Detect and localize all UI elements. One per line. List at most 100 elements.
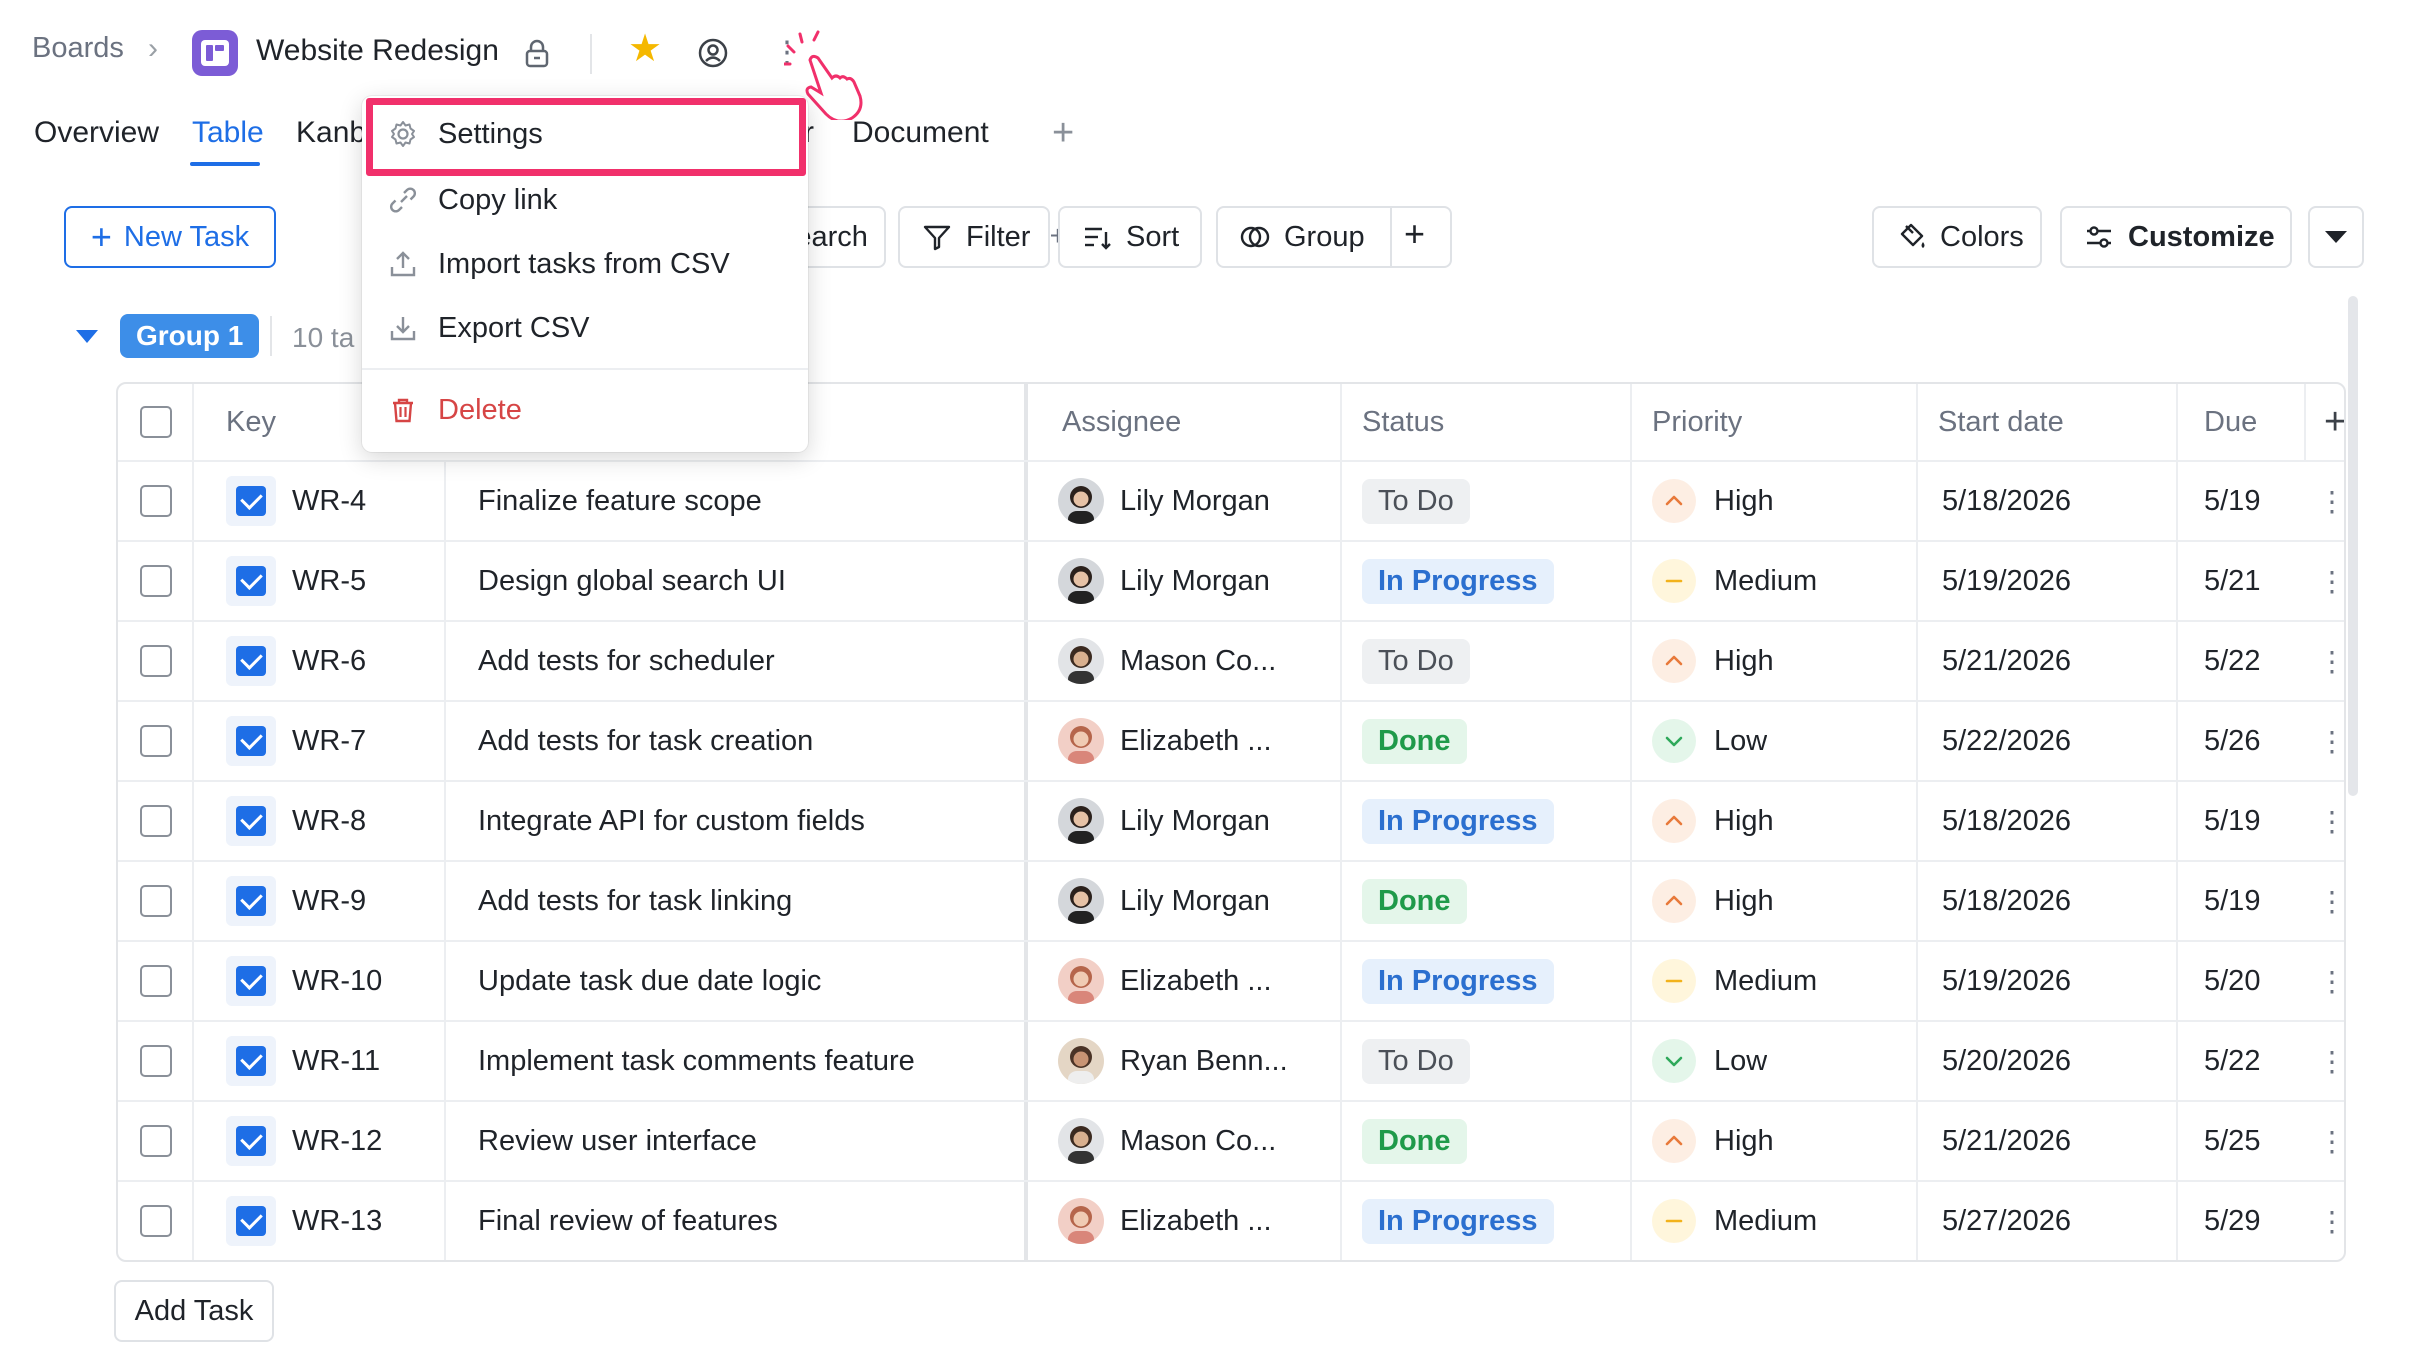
table-row[interactable]: WR-5 Design global search UI Lily Morgan In… [118,542,2344,622]
start-date[interactable]: 5/22/2026 [1942,702,2071,780]
task-done-checkbox[interactable] [226,636,276,686]
column-header-assignee[interactable]: Assignee [1062,384,1181,460]
lock-icon[interactable] [522,38,552,70]
vertical-scrollbar[interactable] [2348,296,2358,796]
task-title[interactable]: Add tests for scheduler [478,622,775,700]
add-view-icon[interactable]: + [1052,112,1074,155]
start-date[interactable]: 5/27/2026 [1942,1182,2071,1260]
more-vertical-icon[interactable]: ⋮ [2318,1102,2344,1180]
priority-cell[interactable]: Medium [1652,942,1817,1020]
assignee-cell[interactable]: Lily Morgan [1058,782,1270,860]
due-date[interactable]: 5/19 [2204,782,2304,860]
start-date[interactable]: 5/18/2026 [1942,462,2071,540]
assignee-cell[interactable]: Ryan Benn... [1058,1022,1288,1100]
status-cell[interactable]: To Do [1362,462,1470,540]
column-header-key[interactable]: Key [226,384,276,460]
due-date[interactable]: 5/21 [2204,542,2304,620]
start-date[interactable]: 5/18/2026 [1942,862,2071,940]
row-select-checkbox[interactable] [140,462,172,540]
assignee-cell[interactable]: Lily Morgan [1058,462,1270,540]
task-done-checkbox[interactable] [226,1116,276,1166]
task-title[interactable]: Implement task comments feature [478,1022,915,1100]
select-all-checkbox[interactable] [140,384,172,460]
task-key-cell[interactable]: WR-13 [226,1182,382,1260]
status-cell[interactable]: To Do [1362,1022,1470,1100]
add-column-icon[interactable]: + [2324,384,2344,460]
due-date[interactable]: 5/19 [2204,462,2304,540]
task-key-cell[interactable]: WR-4 [226,462,366,540]
task-done-checkbox[interactable] [226,716,276,766]
start-date[interactable]: 5/20/2026 [1942,1022,2071,1100]
toolbar-dropdown-button[interactable] [2308,206,2364,268]
colors-button[interactable]: Colors [1872,206,2042,268]
add-task-button[interactable]: Add Task [114,1280,274,1342]
watch-icon[interactable] [696,36,730,70]
new-task-button[interactable]: + New Task [64,206,276,268]
due-date[interactable]: 5/22 [2204,1022,2304,1100]
task-done-checkbox[interactable] [226,556,276,606]
due-date[interactable]: 5/26 [2204,702,2304,780]
more-vertical-icon[interactable]: ⋮ [2318,1022,2344,1100]
status-cell[interactable]: Done [1362,702,1467,780]
priority-cell[interactable]: Low [1652,1022,1767,1100]
due-date[interactable]: 5/20 [2204,942,2304,1020]
task-done-checkbox[interactable] [226,1036,276,1086]
add-group-icon[interactable]: + [1404,216,1425,252]
task-key-cell[interactable]: WR-7 [226,702,366,780]
more-vertical-icon[interactable]: ⋮ [2318,702,2344,780]
menu-item-delete[interactable]: Delete [362,380,808,440]
status-cell[interactable]: Done [1362,862,1467,940]
column-header-due[interactable]: Due [2204,384,2257,460]
column-header-start-date[interactable]: Start date [1938,384,2064,460]
start-date[interactable]: 5/18/2026 [1942,782,2071,860]
table-row[interactable]: WR-13 Final review of features Elizabeth .… [118,1182,2344,1260]
task-title[interactable]: Design global search UI [478,542,786,620]
priority-cell[interactable]: High [1652,1102,1774,1180]
assignee-cell[interactable]: Elizabeth ... [1058,702,1272,780]
status-cell[interactable]: To Do [1362,622,1470,700]
task-done-checkbox[interactable] [226,796,276,846]
menu-item-export-csv[interactable]: Export CSV [362,298,808,358]
row-select-checkbox[interactable] [140,862,172,940]
row-select-checkbox[interactable] [140,622,172,700]
status-cell[interactable]: In Progress [1362,942,1554,1020]
task-title[interactable]: Add tests for task creation [478,702,813,780]
task-key-cell[interactable]: WR-9 [226,862,366,940]
assignee-cell[interactable]: Mason Co... [1058,1102,1276,1180]
task-title[interactable]: Integrate API for custom fields [478,782,865,860]
due-date[interactable]: 5/25 [2204,1102,2304,1180]
menu-item-import-csv[interactable]: Import tasks from CSV [362,234,808,294]
assignee-cell[interactable]: Elizabeth ... [1058,942,1272,1020]
status-cell[interactable]: Done [1362,1102,1467,1180]
tab-document[interactable]: Document [852,116,989,150]
priority-cell[interactable]: Medium [1652,1182,1817,1260]
priority-cell[interactable]: High [1652,462,1774,540]
start-date[interactable]: 5/19/2026 [1942,542,2071,620]
table-row[interactable]: WR-10 Update task due date logic Elizabeth… [118,942,2344,1022]
task-done-checkbox[interactable] [226,1196,276,1246]
row-select-checkbox[interactable] [140,1022,172,1100]
task-done-checkbox[interactable] [226,476,276,526]
task-title[interactable]: Final review of features [478,1182,778,1260]
priority-cell[interactable]: Low [1652,702,1767,780]
task-key-cell[interactable]: WR-8 [226,782,366,860]
row-select-checkbox[interactable] [140,1102,172,1180]
row-select-checkbox[interactable] [140,942,172,1020]
group-button[interactable]: Group + [1216,206,1452,268]
row-select-checkbox[interactable] [140,782,172,860]
status-cell[interactable]: In Progress [1362,542,1554,620]
task-key-cell[interactable]: WR-6 [226,622,366,700]
task-title[interactable]: Finalize feature scope [478,462,762,540]
task-done-checkbox[interactable] [226,956,276,1006]
table-row[interactable]: WR-7 Add tests for task creation Elizabeth… [118,702,2344,782]
table-row[interactable]: WR-6 Add tests for scheduler Mason Co... To… [118,622,2344,702]
more-vertical-icon[interactable]: ⋮ [2318,942,2344,1020]
status-cell[interactable]: In Progress [1362,782,1554,860]
group-name-badge[interactable]: Group 1 [120,314,260,358]
task-key-cell[interactable]: WR-10 [226,942,382,1020]
filter-button[interactable]: Filter [898,206,1050,268]
assignee-cell[interactable]: Elizabeth ... [1058,1182,1272,1260]
assignee-cell[interactable]: Lily Morgan [1058,862,1270,940]
assignee-cell[interactable]: Mason Co... [1058,622,1276,700]
due-date[interactable]: 5/22 [2204,622,2304,700]
